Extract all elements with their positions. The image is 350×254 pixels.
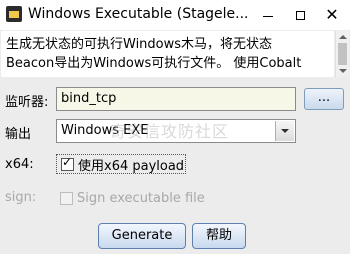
x64-checkbox-row[interactable]: ✓ 使用x64 payload [56,154,186,174]
x64-checkbox[interactable]: ✓ [61,154,74,171]
description-scrollbar[interactable] [335,31,349,77]
title-bar[interactable]: Windows Executable (Stagele... ✕ [0,0,350,30]
output-selected-value: Windows EXE [61,123,149,138]
app-icon [6,6,22,22]
sign-checkbox-label: Sign executable file [77,190,205,206]
description-line-2: Beacon导出为Windows可执行文件。 使用Cobalt [6,56,302,71]
window-title: Windows Executable (Stagele... [28,6,249,22]
maximize-button[interactable] [284,0,316,30]
listener-input[interactable]: bind_tcp [56,87,296,111]
sign-checkbox [60,191,73,205]
description-text-area[interactable]: 生成无状态的可执行Windows木马，将无状态 Beacon导出为Windows… [1,31,334,77]
minimize-button[interactable] [252,0,284,30]
generate-button[interactable]: Generate [98,223,186,249]
sign-label: sign: [5,190,37,205]
listener-label: 监听器: [5,95,49,110]
output-label: 输出 [5,127,32,142]
help-button[interactable]: 帮助 [192,223,246,249]
scroll-thumb[interactable] [338,43,347,65]
description-line-1: 生成无状态的可执行Windows木马，将无状态 [6,37,273,52]
dialog-window: Windows Executable (Stagele... ✕ 生成无状态的可… [0,0,350,254]
minimize-icon [263,15,273,17]
x64-label: x64: [5,157,34,172]
close-button[interactable]: ✕ [316,0,348,30]
close-icon: ✕ [325,5,339,24]
checkmark-icon: ✓ [62,154,73,169]
output-select[interactable]: Windows EXE [56,119,296,143]
scroll-up-arrow-icon[interactable] [339,35,347,39]
output-dropdown-button[interactable] [275,121,294,141]
x64-checkbox-label[interactable]: 使用x64 payload [78,155,184,174]
chevron-down-icon [281,129,289,133]
sign-checkbox-row: Sign executable file [60,188,205,208]
maximize-icon [295,10,305,20]
scroll-down-arrow-icon[interactable] [339,69,347,73]
listener-browse-button[interactable]: ... [304,88,344,110]
